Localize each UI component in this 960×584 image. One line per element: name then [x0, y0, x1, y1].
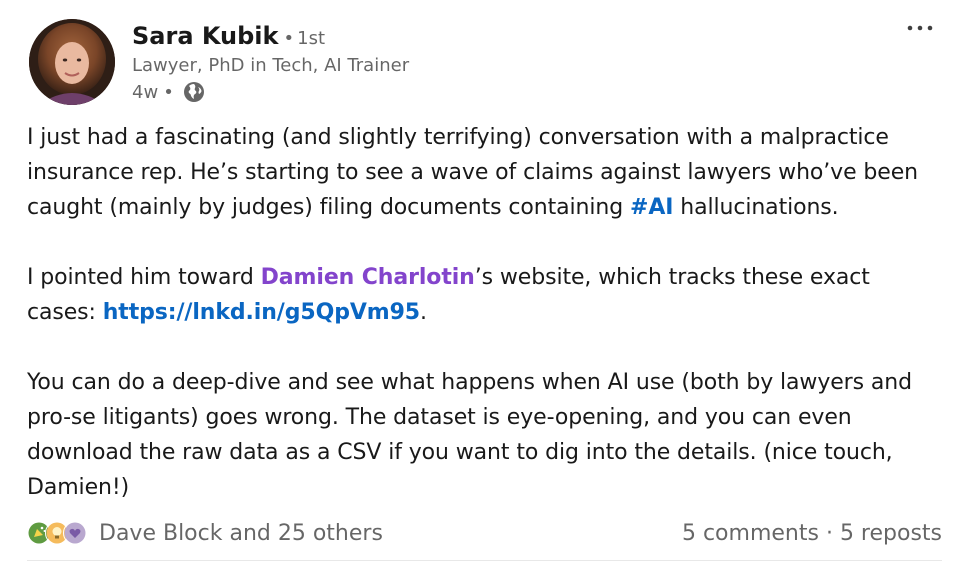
post-meta: 4w • [132, 81, 205, 103]
separator-dot: • [163, 81, 174, 103]
separator-dot: · [818, 520, 840, 546]
hashtag-link[interactable]: #AI [630, 195, 673, 220]
post-paragraph: I pointed him toward Damien Charlotin’s … [27, 265, 870, 325]
separator-dot: • [283, 28, 295, 49]
reactions-label: Dave Block and 25 others [99, 520, 383, 546]
reactions-summary[interactable]: Dave Block and 25 others [27, 521, 383, 546]
reposts-count-link[interactable]: 5 reposts [840, 521, 942, 546]
url-link[interactable]: https://lnkd.in/g5QpVm95 [103, 300, 420, 325]
globe-icon [183, 81, 205, 103]
mention-link[interactable]: Damien Charlotin [261, 265, 475, 290]
connection-degree: 1st [297, 28, 326, 49]
post-body: I just had a fascinating (and slightly t… [27, 120, 932, 505]
post-time: 4w [132, 81, 159, 103]
comments-count-link[interactable]: 5 comments [682, 521, 819, 546]
author-name-line: Sara Kubik • 1st [132, 22, 325, 50]
reaction-icons [27, 521, 87, 545]
author-name[interactable]: Sara Kubik [132, 22, 279, 50]
post-paragraph: You can do a deep-dive and see what happ… [27, 370, 912, 500]
author-headline: Lawyer, PhD in Tech, AI Trainer [132, 55, 410, 76]
post-paragraph: I just had a fascinating (and slightly t… [27, 125, 918, 220]
avatar-photo [29, 19, 115, 105]
feed-post: Sara Kubik • 1st Lawyer, PhD in Tech, AI T… [0, 0, 960, 584]
author-avatar[interactable] [29, 19, 115, 105]
more-horizontal-icon [907, 25, 933, 31]
social-counts-bar: Dave Block and 25 others 5 comments · 5 … [27, 516, 942, 550]
divider [27, 560, 942, 561]
more-options-button[interactable] [902, 16, 938, 40]
engagement-counts: 5 comments · 5 reposts [682, 521, 942, 546]
love-icon [63, 521, 87, 545]
